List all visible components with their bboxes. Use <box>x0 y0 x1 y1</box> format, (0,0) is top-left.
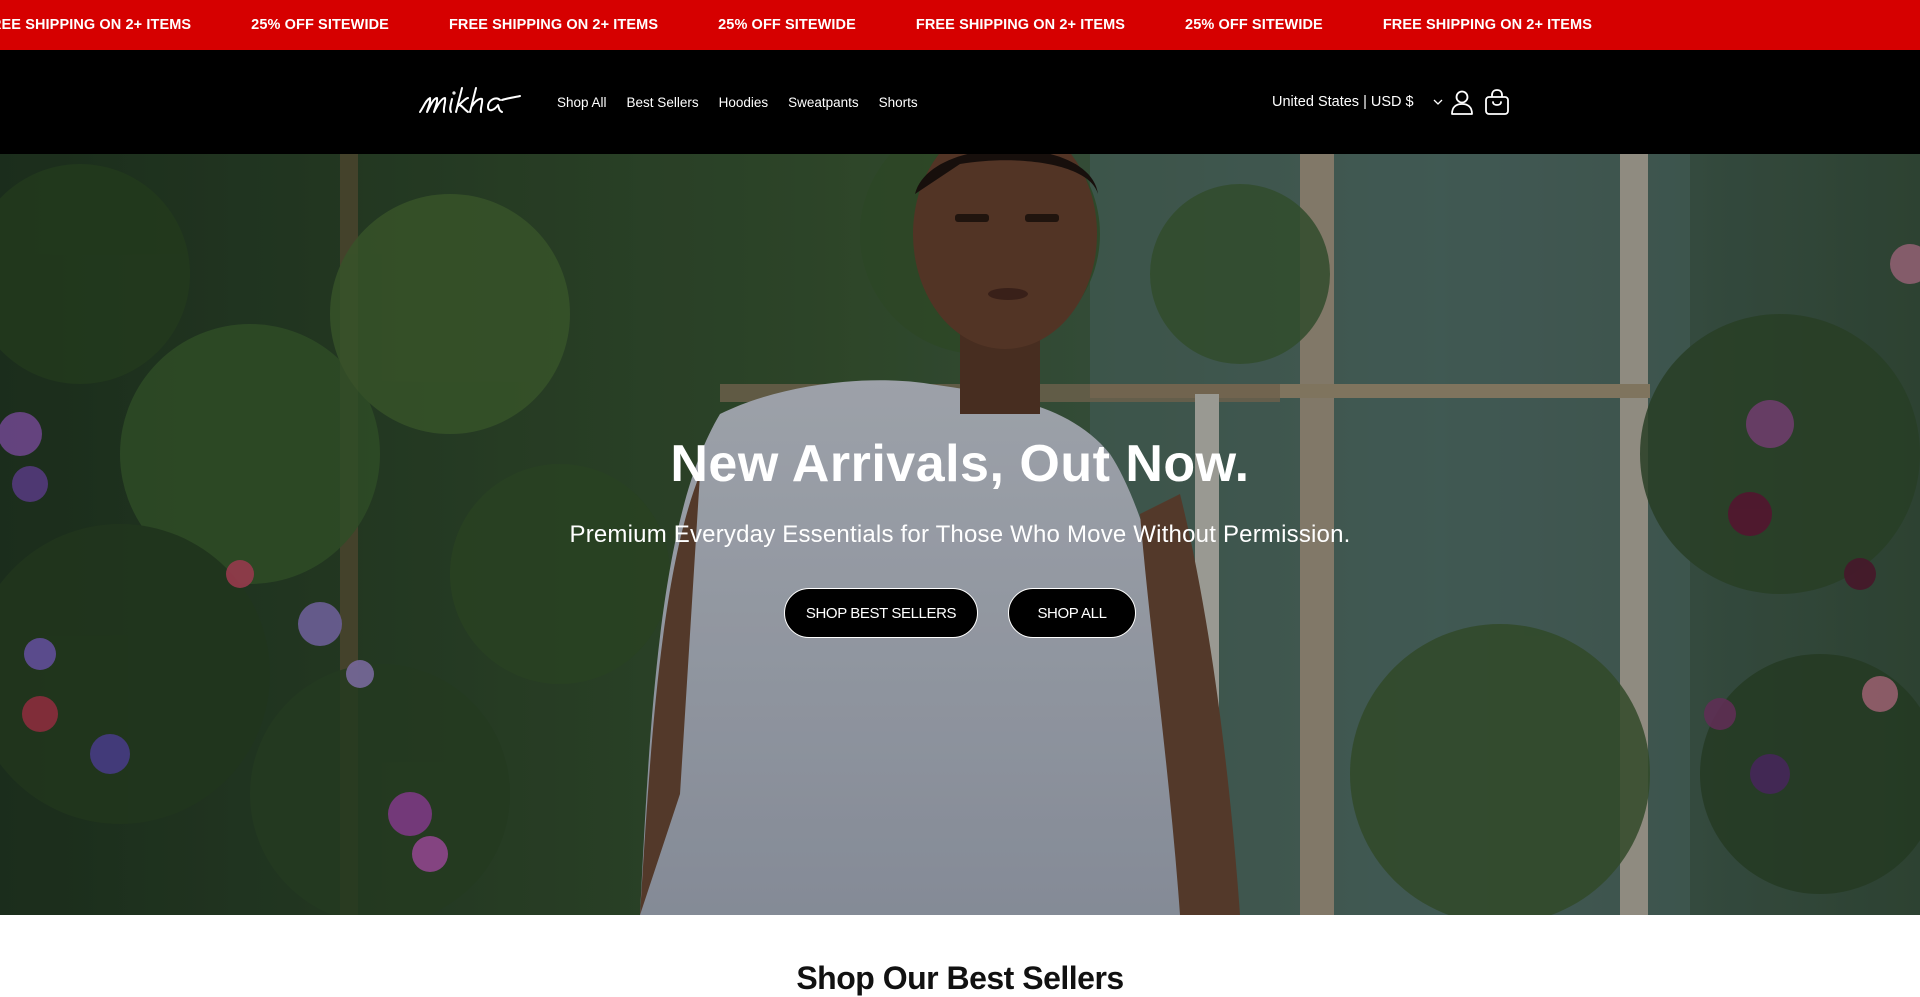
cart-button[interactable] <box>1483 88 1511 116</box>
account-button[interactable] <box>1448 88 1476 116</box>
user-icon <box>1451 90 1473 115</box>
announcement-bar: FREE SHIPPING ON 2+ ITEMS 25% OFF SITEWI… <box>0 0 1920 50</box>
shop-best-sellers-button[interactable]: SHOP BEST SELLERS <box>784 588 978 638</box>
site-header: Shop All Best Sellers Hoodies Sweatpants… <box>0 50 1920 154</box>
country-currency-selector[interactable]: United States | USD $ <box>1272 50 1444 154</box>
nav-shorts[interactable]: Shorts <box>879 95 918 110</box>
nav-hoodies[interactable]: Hoodies <box>719 95 769 110</box>
hero-subtitle: Premium Everyday Essentials for Those Wh… <box>569 521 1351 548</box>
best-sellers-heading: Shop Our Best Sellers <box>796 960 1124 996</box>
announcement-item: 25% OFF SITEWIDE <box>251 17 389 33</box>
shop-all-button[interactable]: SHOP ALL <box>1008 588 1136 638</box>
announcement-item: 25% OFF SITEWIDE <box>1185 17 1323 33</box>
main-nav: Shop All Best Sellers Hoodies Sweatpants… <box>557 50 918 154</box>
announcement-item: FREE SHIPPING ON 2+ ITEMS <box>0 17 192 33</box>
nav-shop-all[interactable]: Shop All <box>557 95 607 110</box>
hero-title: New Arrivals, Out Now. <box>670 435 1250 493</box>
hero-banner: New Arrivals, Out Now. Premium Everyday … <box>0 154 1920 915</box>
announcement-item: FREE SHIPPING ON 2+ ITEMS <box>915 17 1126 33</box>
shopping-bag-icon <box>1485 89 1509 115</box>
announcement-item: FREE SHIPPING ON 2+ ITEMS <box>448 17 659 33</box>
announcement-track: FREE SHIPPING ON 2+ ITEMS 25% OFF SITEWI… <box>0 0 1652 50</box>
brand-logo[interactable] <box>418 86 522 116</box>
chevron-down-icon <box>1432 96 1444 108</box>
announcement-item: FREE SHIPPING ON 2+ ITEMS <box>1382 17 1592 33</box>
nav-sweatpants[interactable]: Sweatpants <box>788 95 859 110</box>
nav-best-sellers[interactable]: Best Sellers <box>627 95 699 110</box>
announcement-item: 25% OFF SITEWIDE <box>718 17 856 33</box>
brand-logo-mark <box>419 87 521 113</box>
country-currency-label: United States | USD $ <box>1272 94 1414 110</box>
